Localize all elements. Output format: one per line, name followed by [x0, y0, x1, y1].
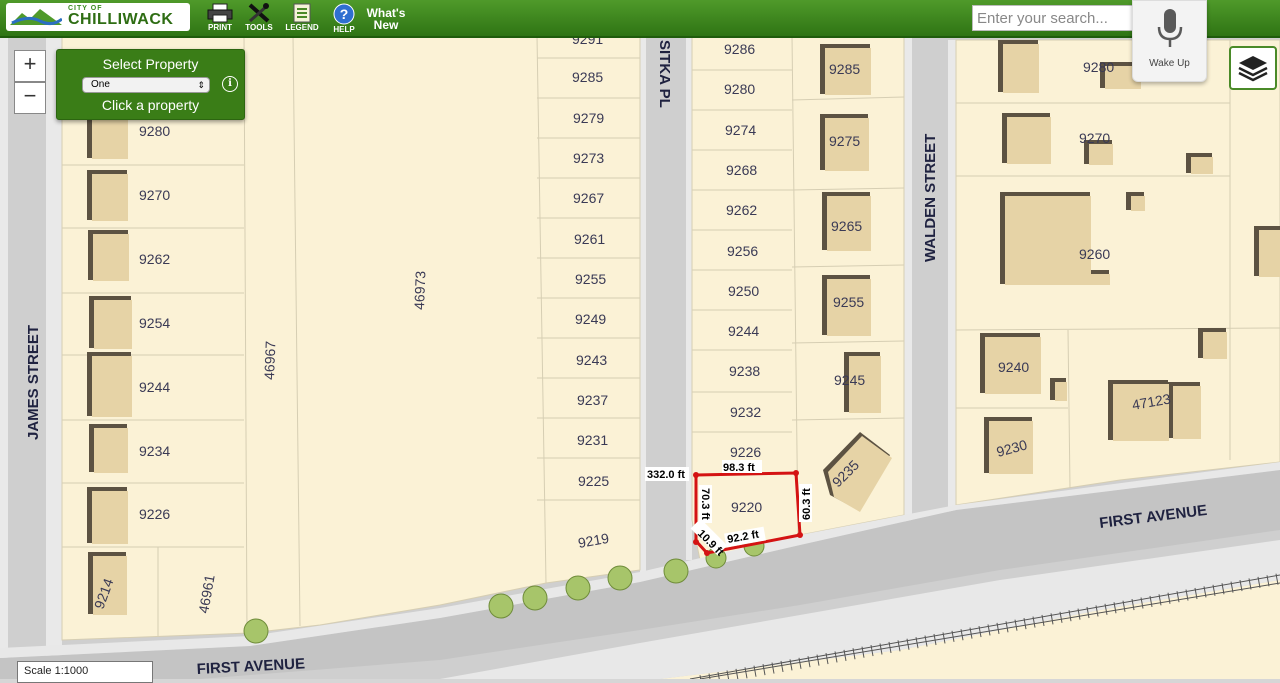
lot-label: 9255	[575, 271, 606, 287]
legend-button[interactable]: LEGEND	[282, 3, 322, 35]
measurement-label: 60.3 ft	[801, 488, 813, 520]
layers-icon	[1238, 56, 1268, 82]
lot-label: 9270	[139, 187, 170, 203]
whats-new-link[interactable]: What's New	[362, 7, 410, 31]
lot-label: 9226	[139, 506, 170, 522]
lot-label: 9231	[577, 432, 608, 448]
sidewalk	[0, 0, 8, 679]
lot-label: 9244	[139, 379, 170, 395]
lot-label: 9279	[573, 110, 604, 126]
help-label: HELP	[333, 25, 355, 34]
sidewalk	[948, 40, 956, 530]
svg-text:?: ?	[340, 6, 349, 22]
lot-label: 9249	[575, 311, 606, 327]
layers-button[interactable]	[1229, 46, 1277, 90]
print-label: PRINT	[208, 23, 232, 32]
lot-label: 9220	[731, 499, 762, 515]
measurement-label: 98.3 ft	[723, 462, 755, 474]
lot-label: 9237	[577, 392, 608, 408]
printer-icon	[207, 3, 233, 23]
lot-label: 9267	[573, 190, 604, 206]
print-button[interactable]: PRINT	[200, 3, 240, 35]
help-icon: ?	[333, 3, 355, 25]
lot-label: 9286	[724, 41, 755, 57]
tools-label: TOOLS	[245, 23, 273, 32]
select-property-title: Select Property	[102, 56, 199, 72]
click-property-hint: Click a property	[101, 97, 200, 113]
scale-indicator: Scale 1:1000	[17, 661, 153, 683]
lot-label: 9285	[829, 61, 860, 77]
vertex-marker[interactable]	[693, 472, 699, 478]
select-property-panel: Select Property One ⇕ i Click a property	[56, 49, 245, 120]
help-button[interactable]: ? HELP	[324, 3, 364, 35]
lot-label: 9262	[139, 251, 170, 267]
lot-label: 9255	[833, 294, 864, 310]
lot-label: 9280	[139, 123, 170, 139]
measurement-label: 70.3 ft	[699, 488, 711, 520]
tools-icon	[248, 3, 270, 23]
lot-label: 9226	[730, 444, 761, 460]
vertex-marker[interactable]	[793, 470, 799, 476]
lot-label: 9232	[730, 404, 761, 420]
lot-label: 9274	[725, 122, 756, 138]
lot-label: 9265	[831, 218, 862, 234]
lot-label: 9243	[576, 352, 607, 368]
zoom-out-button[interactable]: −	[14, 82, 46, 114]
microphone-icon	[1157, 9, 1182, 47]
logo-wordmark: CHILLIWACK	[68, 11, 174, 28]
info-icon[interactable]: i	[222, 76, 238, 92]
lot-label: 9262	[726, 202, 757, 218]
lot-label: 9250	[728, 283, 759, 299]
legend-icon	[293, 3, 311, 23]
wake-up-label: Wake Up	[1149, 58, 1190, 69]
lot-label: 9238	[729, 363, 760, 379]
vertex-marker[interactable]	[693, 539, 699, 545]
lot-label: 9285	[572, 69, 603, 85]
lot-label: 9280	[724, 81, 755, 97]
wake-up-voice-button[interactable]: Wake Up	[1132, 0, 1207, 82]
lot-label: 9280	[1083, 59, 1114, 75]
whats-new-line2: New	[373, 18, 399, 32]
measurement-label: 332.0 ft	[647, 469, 685, 481]
property-select[interactable]: One ⇕	[82, 77, 210, 93]
vertex-marker[interactable]	[704, 550, 710, 556]
zoom-in-button[interactable]: +	[14, 50, 46, 82]
street-label-sitka: SITKA PL	[656, 40, 673, 108]
property-select-value: One	[91, 79, 110, 90]
sidewalk	[640, 0, 646, 580]
lot-label: 9254	[139, 315, 170, 331]
lot-label: 9261	[574, 231, 605, 247]
street-label-walden: WALDEN STREET	[922, 134, 939, 262]
select-arrows-icon: ⇕	[197, 80, 205, 90]
lot-label: 9240	[998, 359, 1029, 375]
lot-label: 9256	[727, 243, 758, 259]
lot-label: 9225	[578, 473, 609, 489]
lot-label: 46967	[261, 340, 278, 380]
lot-label: 9273	[573, 150, 604, 166]
lot-label: 9275	[829, 133, 860, 149]
tools-button[interactable]: TOOLS	[239, 3, 279, 35]
legend-label: LEGEND	[285, 23, 319, 32]
lot-label: 46973	[411, 270, 428, 310]
lot-label: 9268	[726, 162, 757, 178]
lot-label: 9245	[834, 372, 865, 388]
sidewalk	[904, 0, 912, 550]
mountain-logo-icon	[10, 9, 62, 26]
street-label-james: JAMES STREET	[25, 325, 42, 440]
vertex-marker[interactable]	[797, 532, 803, 538]
lot-label: 9244	[728, 323, 759, 339]
lot-label: 9260	[1079, 246, 1110, 262]
city-logo[interactable]: CITY OF CHILLIWACK	[6, 3, 190, 31]
top-toolbar: CITY OF CHILLIWACK PRINT TOOLS LEGEND ?	[0, 0, 1280, 38]
lot-label: 9270	[1079, 130, 1110, 146]
lot-label: 9234	[139, 443, 170, 459]
